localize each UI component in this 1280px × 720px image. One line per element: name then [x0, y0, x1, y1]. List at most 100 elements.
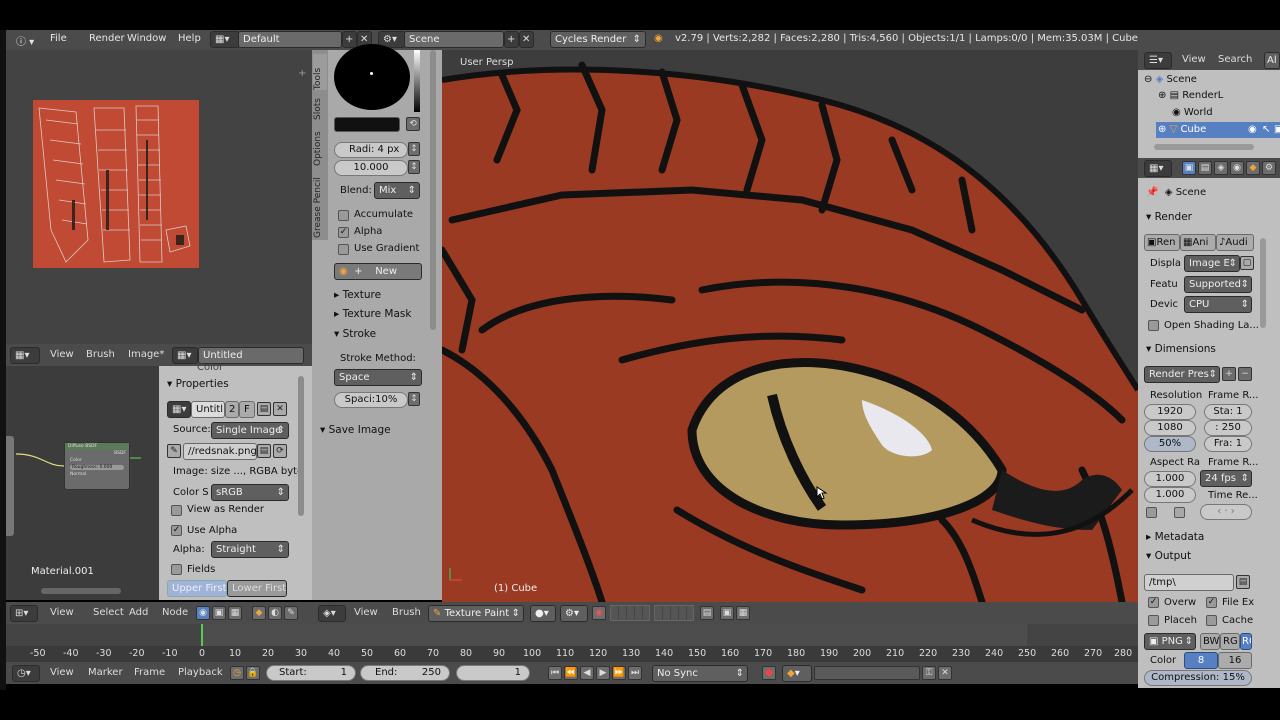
- timeline-menu-marker[interactable]: Marker: [88, 667, 123, 678]
- radius-pressure-icon[interactable]: ↕: [408, 142, 420, 156]
- cache-checkbox[interactable]: [1206, 615, 1217, 626]
- view-as-render-checkbox[interactable]: [171, 505, 182, 516]
- scene-tab-icon[interactable]: ◈: [1214, 161, 1228, 175]
- viewport-menu-brush[interactable]: Brush: [392, 607, 421, 618]
- layout-icon[interactable]: ▦▾: [210, 31, 240, 48]
- screen-layout-field[interactable]: Default: [238, 31, 342, 48]
- insert-keyframe-icon[interactable]: ⚿: [922, 666, 936, 680]
- render-engine-select[interactable]: Cycles Render ⇕: [550, 31, 646, 48]
- node-editor-scrollbar[interactable]: [41, 588, 121, 594]
- layer-buttons-1[interactable]: [610, 605, 650, 621]
- delete-keyframe-icon[interactable]: ✕: [938, 666, 952, 680]
- metadata-panel-header[interactable]: ▸ Metadata: [1146, 531, 1204, 543]
- time-remap-fields[interactable]: ‹ · ›: [1200, 504, 1252, 520]
- render-tab-icon[interactable]: ▣: [1182, 161, 1196, 175]
- image-browse-small-icon[interactable]: ▦▾: [167, 401, 191, 418]
- image-datablock-field[interactable]: Untitl: [191, 401, 225, 418]
- viewport-3d[interactable]: User Persp (1) Cube: [442, 50, 1138, 602]
- properties-panel-header[interactable]: ▾ Properties: [167, 378, 229, 390]
- start-frame-field[interactable]: Start: 1: [266, 665, 356, 681]
- outliner-item-world[interactable]: ◉ World: [1172, 107, 1213, 118]
- tab-slots[interactable]: Slots: [313, 90, 327, 120]
- properties-type-icon[interactable]: ▦▾: [1144, 160, 1172, 177]
- viewport-type-icon[interactable]: ◈▾: [318, 605, 346, 622]
- file-browser-icon[interactable]: ✎: [167, 444, 181, 458]
- outliner-menu-search[interactable]: Search: [1218, 54, 1252, 65]
- strength-field[interactable]: 10.000: [334, 160, 408, 176]
- accumulate-checkbox[interactable]: [338, 210, 349, 221]
- outliner-item-renderlayers[interactable]: ⊕ ▤ RenderL: [1158, 90, 1223, 101]
- auto-keyframe-icon[interactable]: ●: [762, 666, 776, 680]
- scene-field[interactable]: Scene: [404, 31, 504, 48]
- use-gradient-checkbox[interactable]: [338, 244, 349, 255]
- menu-render[interactable]: Render: [89, 33, 125, 44]
- blend-select[interactable]: Mix ⇕: [374, 182, 420, 199]
- jump-start-icon[interactable]: ⏮: [548, 666, 562, 680]
- jump-keyframe-back-icon[interactable]: ⏪: [564, 666, 578, 680]
- image-editor-type-icon[interactable]: ▦▾: [10, 347, 40, 364]
- tab-tools[interactable]: Tools: [313, 54, 327, 90]
- sync-select[interactable]: No Sync ⇕: [652, 665, 748, 682]
- world-tab-icon[interactable]: ◉: [1230, 161, 1244, 175]
- outliner-display-select[interactable]: Al: [1264, 52, 1280, 69]
- image-menu-view[interactable]: View: [50, 349, 74, 360]
- reload-icon[interactable]: ⟳: [273, 444, 287, 458]
- color-mode-rgb[interactable]: RG: [1220, 633, 1240, 650]
- display-select[interactable]: Image E ⇕: [1184, 255, 1240, 272]
- color-depth-16[interactable]: 16: [1218, 652, 1252, 669]
- timeline-menu-frame[interactable]: Frame: [134, 667, 165, 678]
- frame-end-field[interactable]: : 250: [1204, 420, 1252, 436]
- filepath-field[interactable]: //redsnak.png: [183, 443, 257, 460]
- object-shader-icon[interactable]: ◆: [252, 606, 266, 620]
- compression-slider[interactable]: Compression: 15%: [1144, 670, 1252, 686]
- pivot-select[interactable]: ⚙▾: [560, 605, 588, 622]
- dimensions-panel-header[interactable]: ▾ Dimensions: [1146, 343, 1216, 355]
- feature-set-select[interactable]: Supported ⇕: [1184, 276, 1252, 293]
- alpha-mode-select[interactable]: Straight ⇕: [211, 541, 289, 558]
- preset-remove-icon[interactable]: −: [1238, 367, 1252, 381]
- image-browse-icon[interactable]: ▦▾: [172, 347, 198, 364]
- placeholders-checkbox[interactable]: [1148, 615, 1159, 626]
- animation-button[interactable]: ▦Ani: [1180, 234, 1216, 251]
- outliner-type-icon[interactable]: ☰▾: [1144, 52, 1172, 69]
- tab-options[interactable]: Options: [313, 122, 327, 166]
- timeline-area[interactable]: -50 -40 -30 -20 -10 0 10 20 30 40 50 60 …: [6, 624, 1138, 662]
- overwrite-checkbox[interactable]: ✓: [1148, 597, 1159, 608]
- source-select[interactable]: Single Image ⇕: [211, 422, 289, 439]
- node-menu-select[interactable]: Select: [93, 607, 124, 618]
- save-image-panel-header[interactable]: ▾ Save Image: [320, 424, 391, 436]
- color-wheel-cursor[interactable]: [370, 72, 373, 75]
- lower-first-button[interactable]: Lower First: [227, 580, 287, 597]
- layout-add-button[interactable]: +: [342, 31, 357, 48]
- active-keying-set-field[interactable]: [814, 666, 920, 680]
- stroke-panel-header[interactable]: ▾ Stroke: [334, 328, 376, 340]
- output-panel-header[interactable]: ▾ Output: [1146, 550, 1191, 562]
- resolution-x-field[interactable]: 1920: [1144, 404, 1196, 420]
- output-path-field[interactable]: /tmp\: [1144, 574, 1234, 591]
- scene-remove-button[interactable]: ✕: [519, 31, 534, 48]
- texture-nodes-icon[interactable]: ▦: [228, 606, 242, 620]
- node-menu-add[interactable]: Add: [129, 607, 148, 618]
- palette-new-button[interactable]: ◉ + New: [334, 263, 422, 280]
- menu-window[interactable]: Window: [127, 33, 166, 44]
- image-users-count[interactable]: 2: [225, 401, 239, 418]
- node-editor-type-icon[interactable]: ⊞▾: [10, 605, 38, 622]
- radius-field[interactable]: Radi: 4 px: [334, 142, 408, 158]
- display-lock-icon[interactable]: ▢: [1240, 256, 1254, 270]
- audio-button[interactable]: ♪Audi: [1216, 234, 1254, 251]
- fields-checkbox[interactable]: [171, 564, 182, 575]
- use-alpha-checkbox[interactable]: ✓: [171, 525, 182, 536]
- timeline-menu-playback[interactable]: Playback: [178, 667, 223, 678]
- area-corner-icon[interactable]: +: [298, 68, 310, 80]
- linestyle-icon[interactable]: ✎: [284, 606, 298, 620]
- file-format-select[interactable]: ▣ PNG ⇕: [1144, 633, 1196, 650]
- scene-add-button[interactable]: +: [504, 31, 519, 48]
- menu-file[interactable]: File: [50, 33, 67, 44]
- alpha-checkbox[interactable]: ✓: [338, 227, 349, 238]
- border-checkbox[interactable]: [1146, 507, 1157, 518]
- aspect-y-field[interactable]: 1.000: [1144, 487, 1196, 503]
- swap-colors-icon[interactable]: ⟲: [406, 117, 420, 131]
- outliner-scrollbar[interactable]: [1154, 144, 1254, 150]
- render-icon[interactable]: ▣: [1274, 124, 1280, 135]
- frame-step-field[interactable]: Fra: 1: [1204, 436, 1252, 452]
